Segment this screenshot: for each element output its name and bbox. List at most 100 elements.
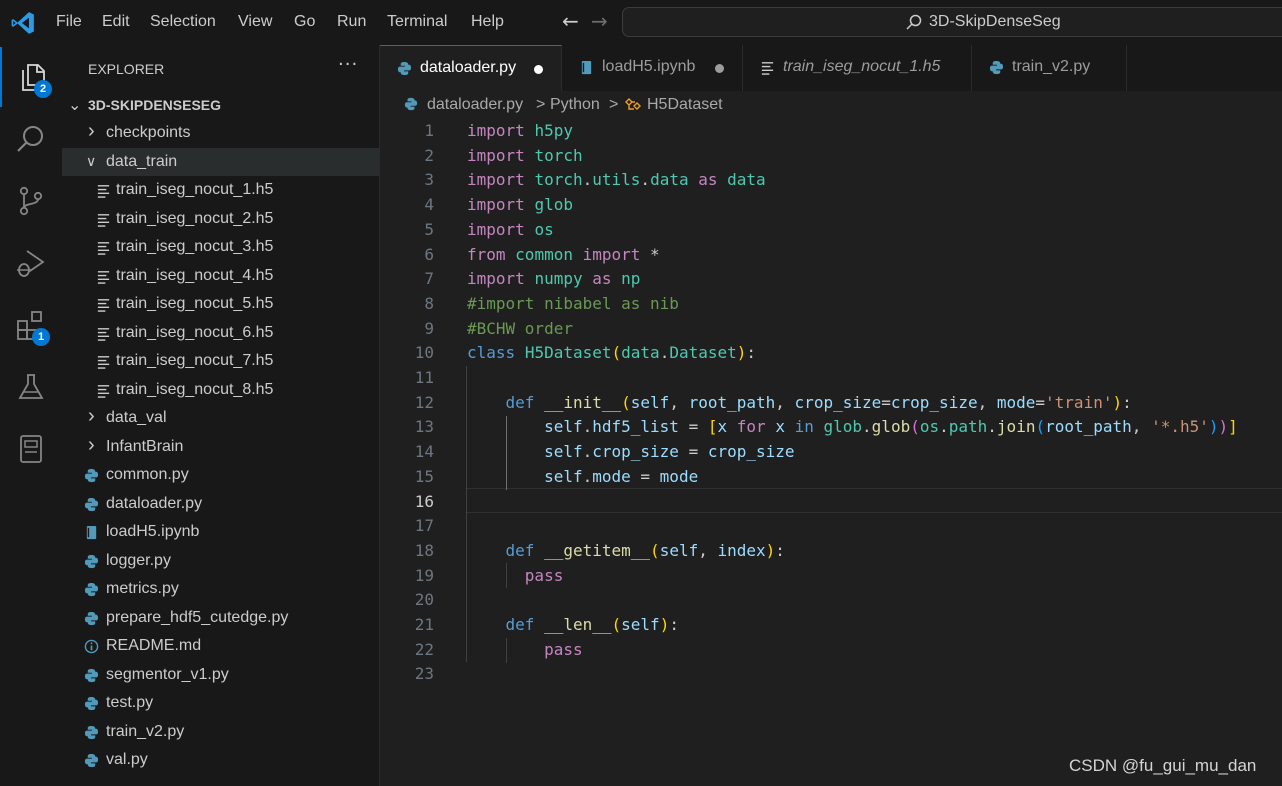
testing-button[interactable] — [0, 357, 62, 417]
breadcrumb-language[interactable]: Python — [550, 96, 600, 114]
file-icon-wrapper — [84, 725, 99, 739]
tree-file-nested[interactable]: train_iseg_nocut_1.h5 — [62, 176, 379, 204]
flask-icon — [18, 374, 44, 399]
python-icon — [84, 725, 99, 739]
code-token: import — [467, 269, 525, 289]
code-token: __getitem__ — [544, 540, 651, 560]
tree-folder-checkpoints[interactable]: › checkpoints — [62, 119, 379, 147]
code-token: np — [621, 269, 641, 289]
explorer-button[interactable]: 2 — [0, 47, 62, 107]
more-actions-icon[interactable]: ··· — [338, 54, 358, 75]
tree-file[interactable]: dataloader.py — [62, 490, 379, 518]
code-line: 18 def __getitem__(self, index): — [380, 539, 1282, 564]
tree-file-nested[interactable]: train_iseg_nocut_5.h5 — [62, 290, 379, 318]
tab-icon-wrapper — [989, 60, 1005, 76]
code-token: ( — [621, 392, 631, 412]
tree-file[interactable]: val.py — [62, 746, 379, 774]
notebook-button[interactable] — [0, 419, 62, 479]
search-button[interactable] — [0, 109, 62, 169]
command-center-search[interactable]: 3D-SkipDenseSeg — [622, 7, 1282, 37]
tab-bar: dataloader.py loadH5.ipynb train_iseg_nocu… — [380, 45, 1282, 91]
workspace-folder[interactable]: ⌄ 3D-SKIPDENSESEG — [62, 91, 379, 119]
tree-item-label: train_iseg_nocut_5.h5 — [116, 295, 274, 312]
menu-selection[interactable]: Selection — [150, 13, 216, 31]
tab-dataloader-py[interactable]: dataloader.py — [380, 45, 562, 91]
code-token: pass — [544, 639, 583, 659]
code-token: ) — [1208, 417, 1219, 437]
file-icon-wrapper — [84, 582, 99, 597]
code-token: ] — [1228, 417, 1238, 437]
tree-item-label: train_iseg_nocut_7.h5 — [116, 352, 274, 369]
tree-file[interactable]: train_v2.py — [62, 718, 379, 746]
tab-train_iseg_nocut_1-h5[interactable]: train_iseg_nocut_1.h5 — [743, 45, 972, 91]
tree-folder-infantbrain[interactable]: › InfantBrain — [62, 433, 379, 461]
code-token: utils — [592, 170, 641, 190]
tree-folder-data_val[interactable]: › data_val — [62, 404, 379, 432]
code-token: path — [948, 417, 988, 437]
tree-file[interactable]: segmentor_v1.py — [62, 661, 379, 689]
code-token: import — [467, 121, 525, 140]
tab-train_v2-py[interactable]: train_v2.py — [972, 45, 1127, 91]
tree-item-label: val.py — [106, 751, 148, 768]
extensions-button[interactable]: 1 — [0, 295, 62, 355]
tree-file[interactable]: prepare_hdf5_cutedge.py — [62, 604, 379, 632]
code-token: 'train' — [1045, 392, 1113, 412]
tree-file[interactable]: test.py — [62, 689, 379, 717]
tree-folder-data_train[interactable]: ∨ data_train — [62, 147, 379, 176]
menu-help[interactable]: Help — [471, 13, 504, 31]
code-line: 6 from common import * — [380, 243, 1282, 268]
code-text: self.hdf5_list = [x for x in glob.glob(o… — [467, 417, 1238, 436]
line-number: 4 — [424, 195, 434, 215]
tree-file[interactable]: README.md — [62, 632, 379, 660]
tree-file-nested[interactable]: train_iseg_nocut_7.h5 — [62, 347, 379, 375]
file-icon-wrapper — [96, 212, 110, 227]
breadcrumb-symbol[interactable]: H5Dataset — [647, 96, 723, 114]
tree-file[interactable]: logger.py — [62, 547, 379, 575]
code-token: data — [621, 343, 660, 363]
code-editor[interactable]: 1 import h5py 2 import torch 3 import torch.u… — [380, 119, 1282, 786]
unsaved-dot-icon[interactable] — [534, 65, 543, 74]
tree-file-nested[interactable]: train_iseg_nocut_6.h5 — [62, 319, 379, 347]
code-line: 17 — [380, 514, 1282, 539]
tab-loadh5-ipynb[interactable]: loadH5.ipynb — [562, 45, 743, 91]
tree-file[interactable]: loadH5.ipynb — [62, 518, 379, 546]
breadcrumb-file[interactable]: dataloader.py — [427, 96, 523, 114]
tree-file[interactable]: metrics.py — [62, 575, 379, 603]
menu-run[interactable]: Run — [337, 13, 366, 31]
forward-arrow-icon[interactable]: → — [591, 9, 608, 33]
code-token: numpy — [534, 269, 583, 289]
run-debug-button[interactable] — [0, 233, 62, 293]
back-arrow-icon[interactable]: ← — [562, 9, 579, 33]
source-control-button[interactable] — [0, 171, 62, 231]
code-text: pass — [467, 566, 564, 585]
unsaved-dot-icon[interactable] — [715, 64, 724, 73]
vscode-logo-icon[interactable] — [10, 10, 36, 36]
text-file-icon — [97, 327, 110, 341]
code-token: ( — [1035, 417, 1046, 437]
code-line: 16 — [380, 490, 1282, 515]
tree-item-label: data_train — [106, 152, 178, 170]
file-icon-wrapper — [84, 611, 99, 625]
source-control-icon — [19, 186, 43, 216]
code-token: crop_size — [794, 392, 882, 412]
code-token: '*.h5' — [1151, 417, 1209, 437]
python-icon — [404, 97, 418, 111]
menu-terminal[interactable]: Terminal — [387, 13, 447, 31]
menu-view[interactable]: View — [238, 13, 272, 31]
tree-file[interactable]: common.py — [62, 461, 379, 489]
menu-go[interactable]: Go — [294, 13, 315, 31]
tree-file-nested[interactable]: train_iseg_nocut_3.h5 — [62, 233, 379, 261]
tree-file-nested[interactable]: train_iseg_nocut_8.h5 — [62, 376, 379, 404]
menu-edit[interactable]: Edit — [102, 13, 130, 31]
code-token: glob — [871, 417, 911, 437]
menu-file[interactable]: File — [56, 13, 82, 31]
tree-file-nested[interactable]: train_iseg_nocut_2.h5 — [62, 205, 379, 233]
tree-file-nested[interactable]: train_iseg_nocut_4.h5 — [62, 262, 379, 290]
code-token: def — [505, 540, 535, 560]
code-token: torch — [534, 145, 583, 165]
